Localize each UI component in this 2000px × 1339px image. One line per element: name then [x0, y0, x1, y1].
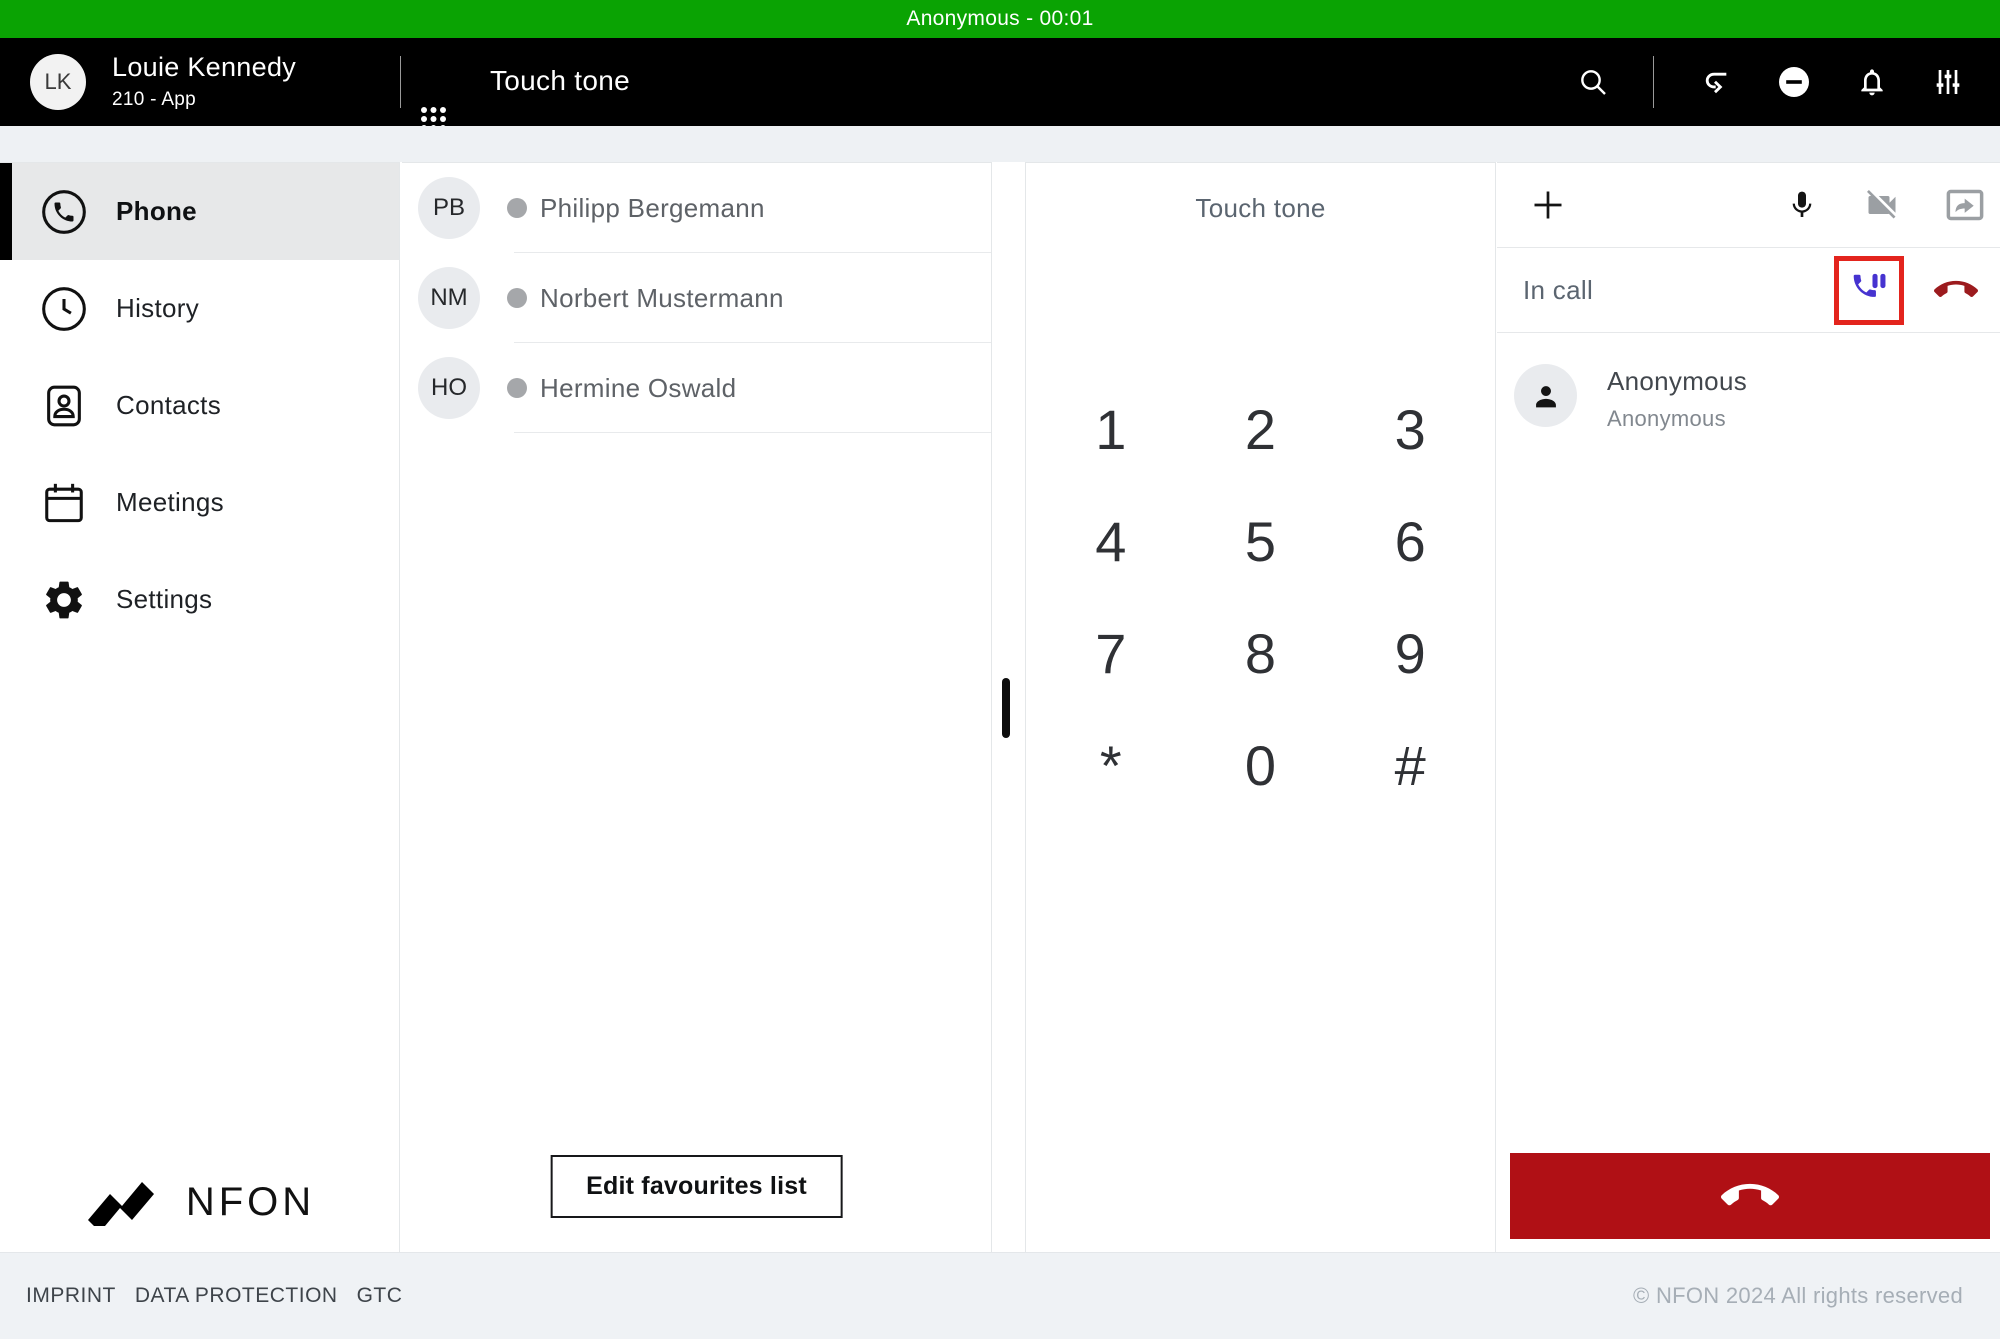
favourites-panel: PB Philipp Bergemann NM Norbert Musterma…	[402, 162, 992, 1252]
active-call-label: Anonymous - 00:01	[906, 7, 1093, 31]
microphone-icon[interactable]	[1786, 189, 1818, 221]
call-panel: In call	[1497, 162, 2000, 1252]
header-divider	[1653, 56, 1654, 108]
hold-call-button[interactable]	[1834, 256, 1904, 325]
nfon-logo-text: NFON	[186, 1180, 315, 1225]
history-icon	[41, 286, 87, 332]
dialpad-grid: 1 2 3 4 5 6 7 8 9 * 0 #	[1036, 373, 1485, 821]
call-contact-row[interactable]: Anonymous Anonymous	[1497, 333, 2000, 432]
gear-icon	[41, 577, 87, 623]
favourite-initials: PB	[433, 194, 465, 222]
dialpad-key-4[interactable]: 4	[1036, 485, 1186, 597]
header: LK Louie Kennedy 210 - App Touch tone	[0, 38, 2000, 126]
nfon-logo: NFON	[0, 1178, 399, 1226]
edit-favourites-button[interactable]: Edit favourites list	[550, 1155, 843, 1218]
camera-off-icon[interactable]	[1864, 187, 1900, 223]
dialpad-key-0[interactable]: 0	[1186, 709, 1336, 821]
sidebar-item-settings[interactable]: Settings	[0, 551, 399, 648]
contacts-icon	[41, 383, 87, 429]
dialpad-key-6[interactable]: 6	[1335, 485, 1485, 597]
user-extension: 210 - App	[112, 89, 296, 111]
sidebar: Phone History Contacts	[0, 162, 400, 1252]
hold-call-icon	[1850, 271, 1888, 309]
favourite-row[interactable]: HO Hermine Oswald	[402, 343, 991, 433]
sidebar-item-phone[interactable]: Phone	[0, 163, 399, 260]
hangup-button[interactable]	[1510, 1153, 1990, 1239]
user-block: Louie Kennedy 210 - App	[112, 52, 296, 111]
phone-icon	[41, 189, 87, 235]
header-actions	[1577, 38, 2000, 126]
favourite-row[interactable]: PB Philipp Bergemann	[402, 163, 991, 253]
footer-link-imprint[interactable]: IMPRINT	[26, 1284, 116, 1308]
user-initials: LK	[45, 69, 72, 95]
hangup-icon[interactable]	[1934, 268, 1978, 312]
dialpad-title: Touch tone	[1026, 193, 1495, 224]
footer-link-gtc[interactable]: GTC	[357, 1284, 403, 1308]
dialpad-key-1[interactable]: 1	[1036, 373, 1186, 485]
do-not-disturb-icon[interactable]	[1776, 64, 1812, 100]
favourite-name: Hermine Oswald	[540, 373, 736, 404]
presence-dot	[507, 378, 527, 398]
header-divider	[400, 56, 401, 108]
call-forward-icon[interactable]	[1698, 65, 1732, 99]
sidebar-item-meetings[interactable]: Meetings	[0, 454, 399, 551]
sidebar-item-label: Meetings	[116, 487, 224, 518]
avatar: PB	[418, 177, 480, 239]
panel-resize-handle[interactable]	[1002, 678, 1010, 738]
dialpad-key-8[interactable]: 8	[1186, 597, 1336, 709]
active-call-banner[interactable]: Anonymous - 00:01	[0, 0, 2000, 38]
screen-share-icon[interactable]	[1946, 189, 1984, 221]
dialpad-key-hash[interactable]: #	[1335, 709, 1485, 821]
bell-icon[interactable]	[1856, 66, 1888, 98]
dialpad-key-star[interactable]: *	[1036, 709, 1186, 821]
favourite-row[interactable]: NM Norbert Mustermann	[402, 253, 991, 343]
favourite-initials: HO	[431, 374, 467, 402]
sidebar-item-contacts[interactable]: Contacts	[0, 357, 399, 454]
dialpad-key-7[interactable]: 7	[1036, 597, 1186, 709]
presence-dot	[507, 288, 527, 308]
plus-icon[interactable]	[1530, 187, 1566, 223]
dialpad-key-5[interactable]: 5	[1186, 485, 1336, 597]
dialpad-key-9[interactable]: 9	[1335, 597, 1485, 709]
call-actions-row	[1497, 163, 2000, 248]
contact-avatar	[1514, 364, 1577, 427]
dialpad-panel: Touch tone 1 2 3 4 5 6 7 8 9 * 0 #	[1025, 162, 1496, 1252]
content-top-band	[0, 126, 2000, 162]
footer: IMPRINT DATA PROTECTION GTC © NFON 2024 …	[0, 1252, 2000, 1339]
person-icon	[1529, 379, 1563, 413]
sidebar-item-label: Settings	[116, 584, 212, 615]
call-status-row: In call	[1497, 248, 2000, 333]
favourite-initials: NM	[430, 284, 467, 312]
contact-detail: Anonymous	[1607, 406, 1747, 432]
sliders-icon[interactable]	[1932, 66, 1964, 98]
sidebar-item-label: Phone	[116, 196, 197, 227]
dialpad-key-3[interactable]: 3	[1335, 373, 1485, 485]
footer-copyright: © NFON 2024 All rights reserved	[1633, 1283, 1963, 1309]
sidebar-item-label: Contacts	[116, 390, 221, 421]
hangup-icon	[1721, 1167, 1779, 1225]
contact-text: Anonymous Anonymous	[1607, 364, 1747, 432]
favourite-name: Norbert Mustermann	[540, 283, 784, 314]
avatar: HO	[418, 357, 480, 419]
app-window: Anonymous - 00:01 LK Louie Kennedy 210 -…	[0, 0, 2000, 1339]
presence-dot	[507, 198, 527, 218]
contact-name: Anonymous	[1607, 366, 1747, 397]
sidebar-item-history[interactable]: History	[0, 260, 399, 357]
footer-link-data-protection[interactable]: DATA PROTECTION	[135, 1284, 338, 1308]
dialpad-key-2[interactable]: 2	[1186, 373, 1336, 485]
avatar: NM	[418, 267, 480, 329]
sidebar-item-label: History	[116, 293, 199, 324]
search-icon[interactable]	[1577, 66, 1609, 98]
calendar-icon	[41, 480, 87, 526]
page-title: Touch tone	[490, 65, 630, 97]
user-avatar[interactable]: LK	[30, 54, 86, 110]
user-name: Louie Kennedy	[112, 52, 296, 83]
favourite-name: Philipp Bergemann	[540, 193, 765, 224]
nfon-logo-mark	[84, 1178, 172, 1226]
call-status-label: In call	[1523, 275, 1593, 306]
